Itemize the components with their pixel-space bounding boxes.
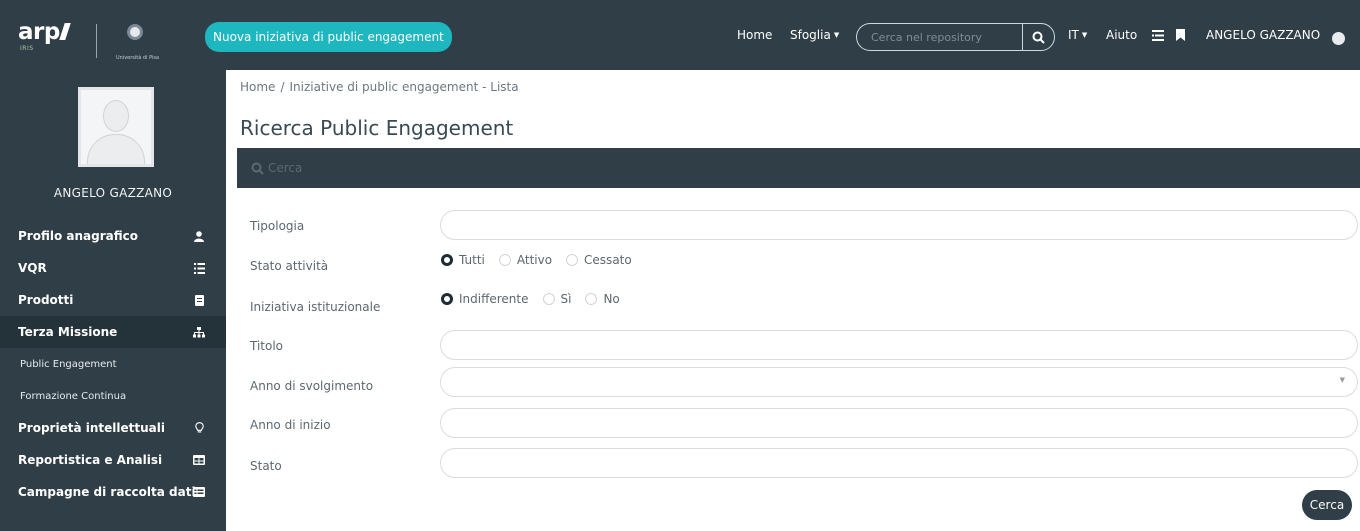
sidebar-item-label: Profilo anagrafico (18, 229, 138, 243)
radio-unchecked-icon[interactable] (566, 254, 579, 266)
stato-label: Stato (250, 459, 282, 473)
sidebar-item-label: Terza Missione (18, 325, 118, 339)
iniziativa-label: Iniziativa istituzionale (250, 300, 381, 314)
anno-inizio-label: Anno di inizio (250, 418, 331, 432)
sidebar-item-reportistica[interactable]: Reportistica e Analisi (0, 444, 226, 476)
search-panel-header[interactable]: Cerca (237, 148, 1360, 188)
avatar-head (103, 100, 129, 132)
logo-divider (96, 24, 97, 58)
radio-option-indifferente[interactable]: Indifferente (441, 292, 529, 306)
language-label: IT (1068, 28, 1079, 42)
iniziativa-radio-group: Indifferente Sì No (441, 292, 634, 306)
sidebar-item-proprieta[interactable]: Proprietà intellettuali (0, 412, 226, 444)
book-icon (192, 293, 206, 307)
breadcrumb-separator: / (280, 80, 285, 94)
nav-browse-dropdown[interactable]: Sfoglia ▼ (790, 0, 839, 70)
profile-avatar (78, 87, 154, 167)
stato-input[interactable] (440, 448, 1358, 478)
sidebar-item-terza-missione[interactable]: Terza Missione (0, 316, 226, 348)
arpi-logo[interactable]: arp (18, 21, 71, 44)
cerca-button[interactable]: Cerca (1302, 490, 1352, 520)
sidebar-item-label: Campagne di raccolta dati (18, 485, 196, 499)
titolo-label: Titolo (250, 339, 284, 353)
radio-unchecked-icon[interactable] (585, 293, 598, 305)
radio-label: No (603, 292, 620, 306)
bookmark-icon[interactable] (1176, 0, 1185, 70)
search-icon (1032, 31, 1045, 44)
search-icon (251, 162, 264, 175)
table-icon (192, 453, 206, 467)
radio-unchecked-icon[interactable] (498, 254, 511, 266)
breadcrumb: Home / Iniziative di public engagement - L… (240, 80, 519, 94)
breadcrumb-home-link[interactable]: Home (240, 80, 275, 94)
sitemap-icon (192, 325, 206, 339)
sidebar-menu: Profilo anagrafico VQR Prodotti Terza Mi… (0, 220, 226, 508)
nav-browse-label: Sfoglia (790, 28, 831, 42)
radio-label: Sì (560, 292, 572, 306)
language-dropdown[interactable]: IT ▼ (1068, 0, 1087, 70)
list-table-icon (192, 485, 206, 499)
avatar-body (87, 134, 145, 164)
sidebar-subitem-formazione-continua[interactable]: Formazione Continua (0, 380, 226, 412)
anno-svolgimento-label: Anno di svolgimento (250, 379, 374, 393)
stato-attivita-radio-group: Tutti Attivo Cessato (441, 253, 646, 267)
radio-label: Tutti (459, 253, 485, 267)
radio-option-tutti[interactable]: Tutti (441, 253, 485, 267)
sidebar-item-profilo[interactable]: Profilo anagrafico (0, 220, 226, 252)
tipologia-label: Tipologia (250, 219, 305, 233)
sidebar-item-label: Proprietà intellettuali (18, 421, 165, 435)
sidebar-item-label: Prodotti (18, 293, 74, 307)
anno-svolgimento-select[interactable]: ▼ (440, 367, 1358, 397)
list-view-icon[interactable] (1152, 0, 1164, 70)
new-initiative-button[interactable]: Nuova iniziativa di public engagement (205, 22, 452, 52)
radio-label: Cessato (584, 253, 632, 267)
search-button[interactable] (1022, 23, 1055, 51)
page-title: Ricerca Public Engagement (240, 116, 514, 140)
anno-inizio-input[interactable] (440, 408, 1358, 438)
help-link[interactable]: Aiuto (1106, 0, 1137, 70)
sidebar-item-label: Reportistica e Analisi (18, 453, 163, 467)
sidebar: ANGELO GAZZANO Profilo anagrafico VQR Pr… (0, 70, 226, 531)
iris-sublabel: IRIS (20, 45, 34, 52)
stato-attivita-label: Stato attività (250, 259, 329, 273)
sidebar-item-label: VQR (18, 261, 47, 275)
caret-down-icon: ▼ (833, 31, 840, 39)
university-name: Università di Pisa (116, 55, 160, 61)
sidebar-subitem-public-engagement[interactable]: Public Engagement (0, 348, 226, 380)
nav-home-link[interactable]: Home (737, 0, 772, 70)
sidebar-item-vqr[interactable]: VQR (0, 252, 226, 284)
radio-option-no[interactable]: No (585, 292, 620, 306)
repository-search-input[interactable] (856, 23, 1022, 51)
radio-option-si[interactable]: Sì (542, 292, 572, 306)
university-seal-icon (127, 24, 143, 40)
sidebar-submenu: Public Engagement Formazione Continua (0, 348, 226, 412)
radio-option-cessato[interactable]: Cessato (566, 253, 632, 267)
radio-unchecked-icon[interactable] (542, 293, 555, 305)
sidebar-user-name: ANGELO GAZZANO (53, 186, 173, 200)
user-avatar-icon[interactable] (1332, 32, 1345, 45)
list-ordered-icon (192, 261, 206, 275)
titolo-input[interactable] (440, 330, 1358, 360)
breadcrumb-current: Iniziative di public engagement - Lista (289, 80, 519, 94)
radio-checked-icon[interactable] (441, 254, 453, 266)
chevron-down-icon: ▼ (1339, 376, 1345, 384)
user-icon (192, 229, 206, 243)
tipologia-input[interactable] (440, 210, 1358, 240)
user-menu-label: ANGELO GAZZANO (1206, 28, 1321, 42)
search-panel-title: Cerca (268, 161, 303, 175)
radio-option-attivo[interactable]: Attivo (498, 253, 553, 267)
radio-label: Attivo (516, 253, 553, 267)
radio-label: Indifferente (459, 292, 529, 306)
caret-down-icon: ▼ (1081, 31, 1088, 39)
sidebar-item-prodotti[interactable]: Prodotti (0, 284, 226, 316)
radio-checked-icon[interactable] (441, 293, 453, 305)
sidebar-item-campagne[interactable]: Campagne di raccolta dati (0, 476, 226, 508)
lightbulb-icon (192, 421, 206, 435)
top-navbar: arp IRIS Università di Pisa Nuova inizia… (0, 0, 1360, 70)
user-menu[interactable]: ANGELO GAZZANO (1206, 0, 1320, 70)
